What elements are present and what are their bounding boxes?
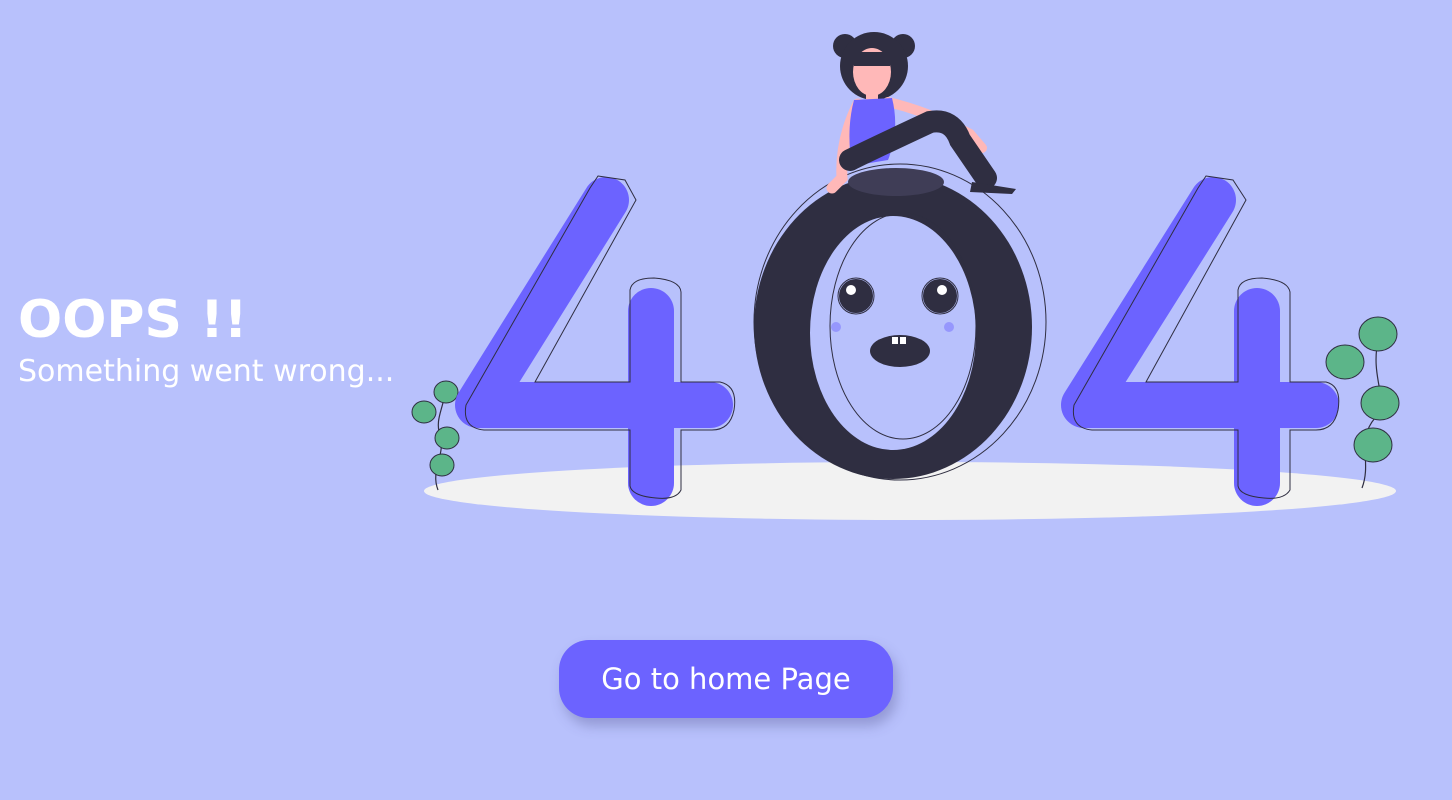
digit-four-right [1061,175,1340,506]
sitting-person-icon [826,32,1016,196]
error-subheading: Something went wrong... [18,354,395,389]
digit-four-left [455,175,736,506]
error-heading: OOPS !! [18,290,248,350]
error-message: OOPS !! Something went wrong... [18,290,394,390]
plant-leaves-icon [411,380,460,491]
error-page: OOPS !! Something went wrong... Go to ho… [0,0,1452,800]
error-404-illustration [411,32,1400,520]
go-home-button[interactable]: Go to home Page [559,640,893,718]
digit-zero [753,163,1047,481]
